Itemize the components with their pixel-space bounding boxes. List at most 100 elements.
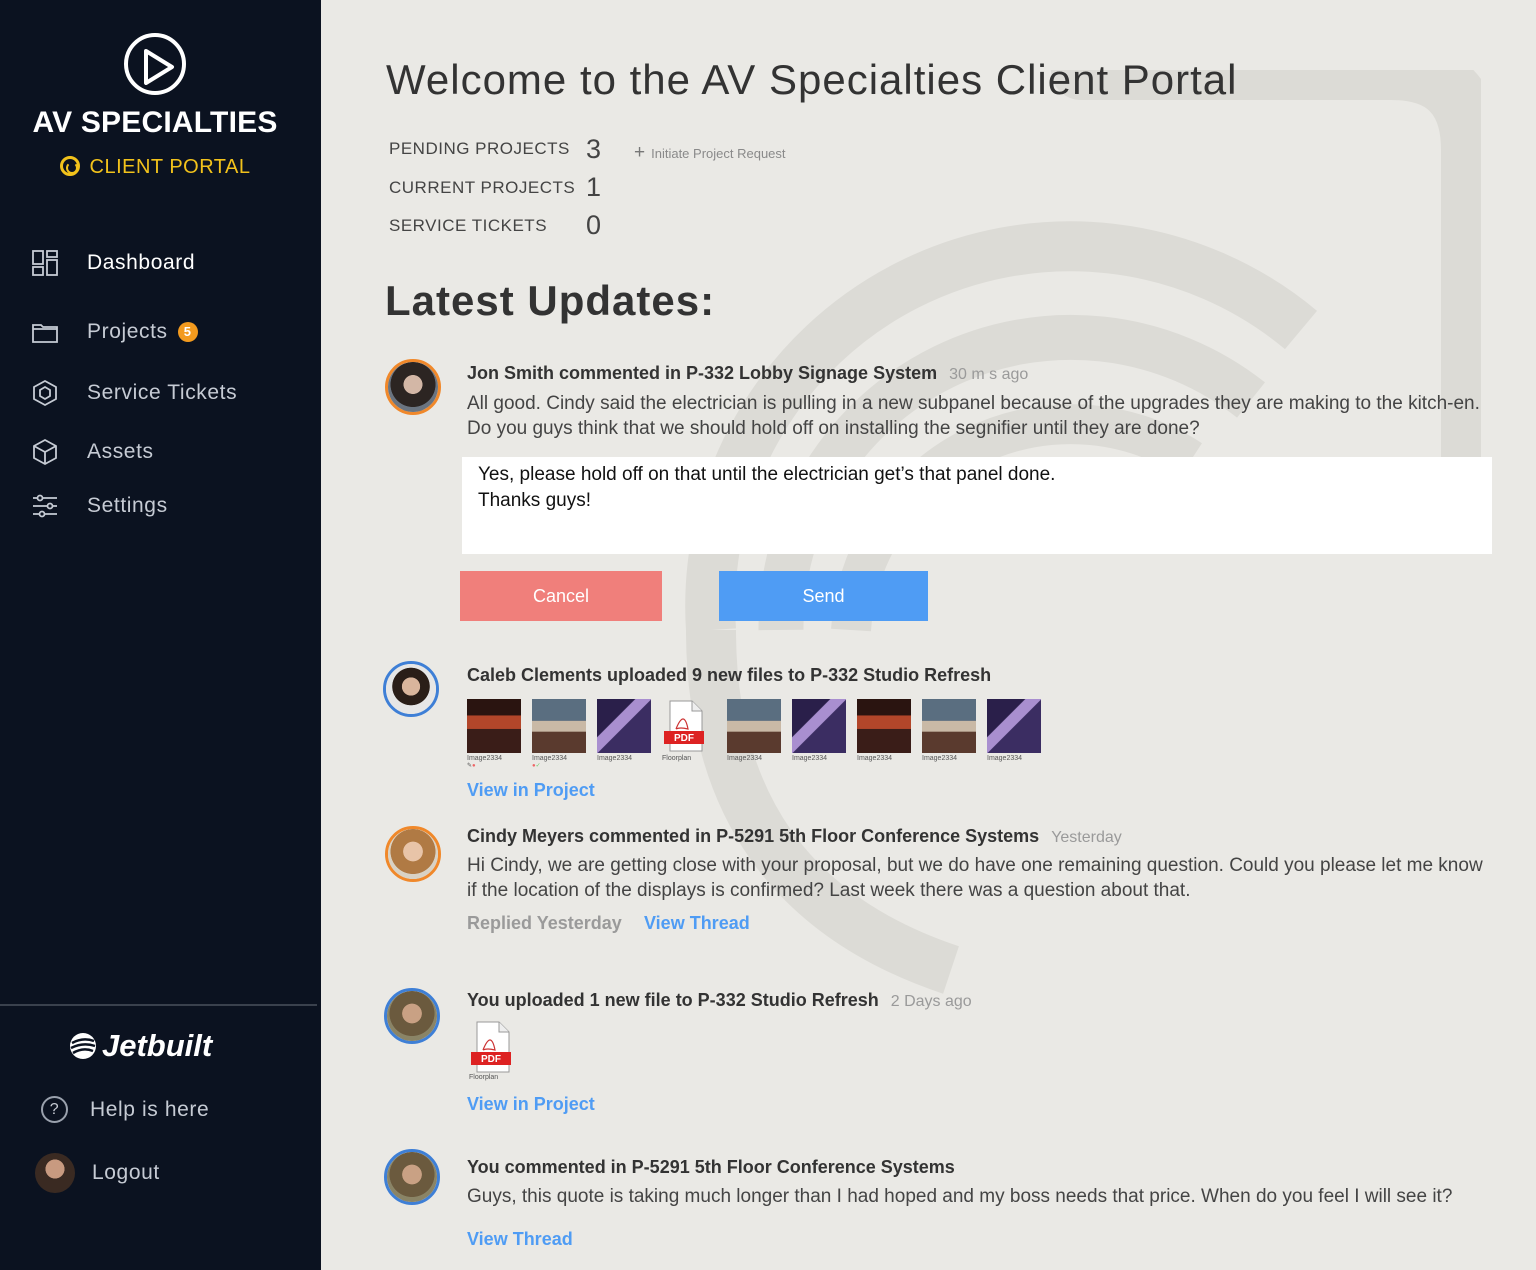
initiate-label: Initiate Project Request (651, 145, 786, 161)
file-name: Floorplan (662, 755, 692, 762)
update-heading-text: Jon Smith commented in P-332 Lobby Signa… (467, 363, 938, 383)
nav-label-projects: Projects (87, 320, 168, 343)
avatar[interactable] (384, 1149, 440, 1205)
service-tickets-label: SERVICE TICKETS (389, 216, 548, 235)
file-name: Image2334 (987, 755, 1023, 762)
ticket-hex-icon (30, 378, 60, 408)
brand-subtitle-text: CLIENT PORTAL (89, 156, 251, 178)
file-thumbnail[interactable]: Image2334 ✎● (467, 699, 521, 769)
reply-text-line-2: Thanks guys! (478, 490, 591, 511)
pdf-icon: PDF (662, 699, 716, 753)
avatar[interactable] (385, 826, 441, 882)
update-heading: You commented in P-5291 5th Floor Confer… (467, 1157, 955, 1177)
file-status-icons: ✎● (467, 763, 476, 769)
file-thumbnails: Image2334 ✎● Image2334 ●✓ Image2334 PDF … (467, 699, 1052, 769)
brand-name: AV SPECIALTIES (32, 106, 278, 139)
file-thumbnail[interactable]: PDF Floorplan (469, 1020, 515, 1081)
file-thumbnail[interactable]: PDF Floorplan (662, 699, 716, 768)
initiate-project-request-button[interactable]: + Initiate Project Request (634, 142, 786, 164)
file-name: Image2334 (727, 755, 763, 762)
latest-updates-heading: Latest Updates: (385, 277, 716, 324)
current-projects-count: 1 (586, 172, 602, 202)
page-title: Welcome to the AV Specialties Client Por… (386, 56, 1238, 103)
current-projects-label: CURRENT PROJECTS (389, 178, 576, 197)
cube-icon (30, 437, 60, 467)
update-body: Hi Cindy, we are getting close with your… (467, 855, 1483, 901)
nav-item-service-tickets[interactable]: Service Tickets (30, 376, 237, 410)
update-body: All good. Cindy said the electrician is … (467, 393, 1480, 439)
file-name: Image2334 (857, 755, 893, 762)
help-link[interactable]: ? Help is here (41, 1096, 209, 1123)
send-button[interactable]: Send (719, 571, 928, 621)
folder-icon (30, 317, 60, 347)
brand-subtitle: CLIENT PORTAL (0, 156, 310, 179)
nav-label-dashboard: Dashboard (87, 251, 196, 274)
question-icon: ? (41, 1096, 68, 1123)
pdf-icon: PDF (469, 1020, 515, 1074)
nav-label-settings: Settings (87, 494, 168, 517)
jetbuilt-wordmark: Jetbuilt (102, 1028, 213, 1063)
update-time: Yesterday (1051, 829, 1122, 846)
file-name: Image2334 (922, 755, 958, 762)
sidebar-divider (0, 1004, 317, 1006)
update-heading-text: You uploaded 1 new file to P-332 Studio … (467, 990, 879, 1010)
view-thread-link[interactable]: View Thread (467, 1229, 573, 1250)
user-avatar (35, 1153, 75, 1193)
nav-item-assets[interactable]: Assets (30, 435, 154, 469)
nav-item-projects[interactable]: Projects 5 (30, 315, 198, 349)
portal-swirl-icon (59, 156, 80, 176)
reply-text-line-1: Yes, please hold off on that until the e… (478, 464, 1056, 485)
nav-item-dashboard[interactable]: Dashboard (30, 246, 195, 280)
file-thumbnail[interactable]: Image2334 (727, 699, 781, 768)
file-status-icons: ●✓ (532, 763, 541, 769)
logout-link[interactable]: Logout (35, 1153, 160, 1193)
service-tickets-count: 0 (586, 210, 602, 240)
jetbuilt-logo: Jetbuilt (68, 1028, 212, 1064)
main-content: Welcome to the AV Specialties Client Por… (321, 0, 1536, 1270)
play-logo-icon (124, 33, 186, 95)
file-name: Image2334 (792, 755, 828, 762)
avatar[interactable] (384, 988, 440, 1044)
update-heading: Jon Smith commented in P-332 Lobby Signa… (467, 363, 1028, 384)
pending-projects-count: 3 (586, 134, 602, 164)
sidebar: AV SPECIALTIES CLIENT PORTAL Dashboard P… (0, 0, 321, 1270)
nav-item-settings[interactable]: Settings (30, 489, 168, 523)
file-thumbnail[interactable]: Image2334 (792, 699, 846, 768)
pending-projects-label: PENDING PROJECTS (389, 139, 570, 158)
file-thumbnail[interactable]: Image2334 (597, 699, 651, 768)
file-thumbnail[interactable]: Image2334 (857, 699, 911, 768)
pdf-label: PDF (481, 1054, 501, 1065)
view-thread-link[interactable]: View Thread (644, 913, 750, 934)
nav-label-assets: Assets (87, 440, 154, 463)
view-in-project-link[interactable]: View in Project (467, 1094, 595, 1115)
file-thumbnail[interactable]: Image2334 (987, 699, 1041, 768)
logout-label: Logout (92, 1161, 160, 1184)
update-heading: Cindy Meyers commented in P-5291 5th Flo… (467, 826, 1122, 847)
file-name: Image2334 (467, 755, 503, 762)
jetbuilt-swoosh-icon (70, 1033, 96, 1059)
avatar[interactable] (385, 359, 441, 415)
projects-count-badge: 5 (177, 322, 198, 342)
reply-textarea[interactable]: Yes, please hold off on that until the e… (462, 457, 1492, 554)
brand-watermark-icon (685, 70, 1481, 994)
pdf-label: PDF (674, 733, 694, 744)
file-name: Floorplan (469, 1074, 499, 1081)
update-heading: Caleb Clements uploaded 9 new files to P… (467, 665, 992, 685)
avatar[interactable] (383, 661, 439, 717)
file-name: Image2334 (532, 755, 568, 762)
nav-label-service-tickets: Service Tickets (87, 381, 238, 404)
update-heading-text: Cindy Meyers commented in P-5291 5th Flo… (467, 826, 1040, 846)
update-heading: You uploaded 1 new file to P-332 Studio … (467, 990, 972, 1011)
replied-status: Replied Yesterday (467, 913, 622, 933)
update-time: 30 m s ago (949, 366, 1029, 383)
update-body: Guys, this quote is taking much longer t… (467, 1186, 1453, 1207)
dashboard-grid-icon (30, 248, 60, 278)
update-time: 2 Days ago (890, 993, 972, 1010)
file-thumbnail[interactable]: Image2334 ●✓ (532, 699, 586, 769)
sliders-icon (30, 491, 60, 521)
view-in-project-link[interactable]: View in Project (467, 780, 595, 801)
cancel-button[interactable]: Cancel (460, 571, 662, 621)
file-name: Image2334 (597, 755, 633, 762)
plus-icon: + (634, 142, 646, 163)
file-thumbnail[interactable]: Image2334 (922, 699, 976, 768)
